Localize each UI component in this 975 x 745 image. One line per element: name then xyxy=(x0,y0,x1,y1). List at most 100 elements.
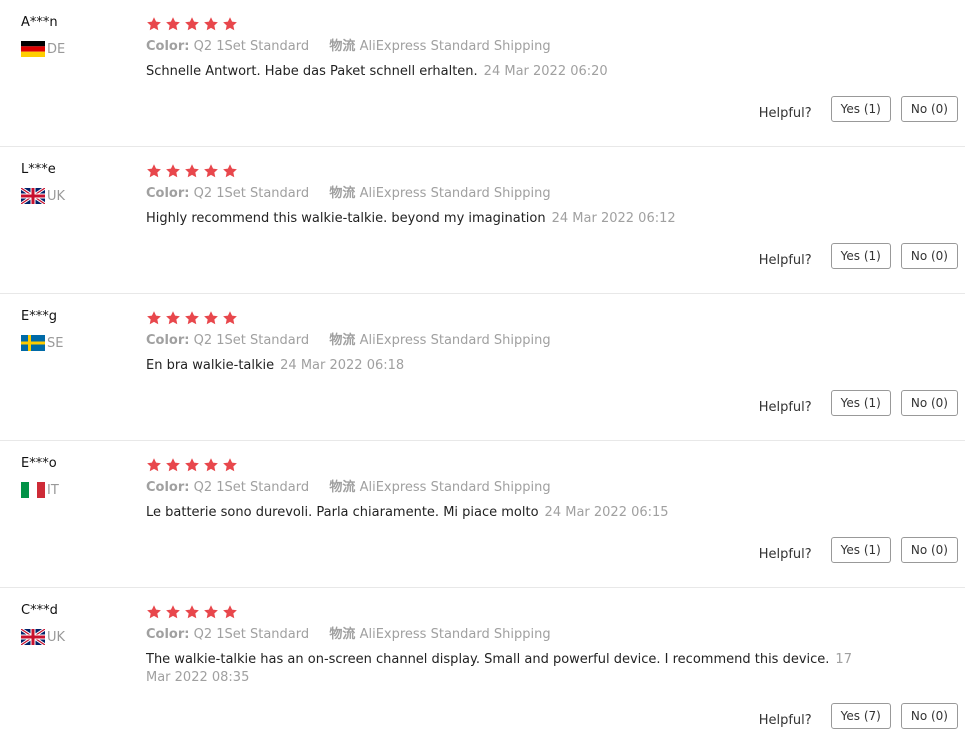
shipping-label: 物流 xyxy=(329,627,356,642)
helpful-section: Helpful? Yes (7) No (0) xyxy=(759,703,958,729)
star-icon xyxy=(147,311,161,325)
helpful-label: Helpful? xyxy=(758,399,812,415)
color-value: Q2 1Set Standard xyxy=(193,480,310,495)
star-icon xyxy=(147,164,161,178)
color-label: Color: xyxy=(146,627,190,642)
star-icon xyxy=(223,311,237,325)
star-icon xyxy=(223,458,237,472)
helpful-section: Helpful? Yes (1) No (0) xyxy=(759,243,958,269)
color-label: Color: xyxy=(146,333,190,348)
review-content: Color: Q2 1Set Standard 物流 AliExpress St… xyxy=(146,14,866,81)
helpful-label: Helpful? xyxy=(758,712,812,728)
country-code: DE xyxy=(47,41,66,57)
star-icon xyxy=(185,17,199,31)
star-icon xyxy=(185,164,199,178)
color-value: Q2 1Set Standard xyxy=(193,333,310,348)
shipping-label: 物流 xyxy=(329,186,356,201)
color-label: Color: xyxy=(146,186,190,201)
review-content: Color: Q2 1Set Standard 物流 AliExpress St… xyxy=(146,161,866,228)
buyer-name: C***d xyxy=(21,603,58,618)
review-item: E***g SE Color: Q2 1Set Standard 物流 AliE… xyxy=(0,302,965,441)
country-code: UK xyxy=(47,629,66,645)
helpful-no-button[interactable]: No (0) xyxy=(900,243,958,269)
review-text: Highly recommend this walkie-talkie. bey… xyxy=(146,210,866,228)
buyer-country: UK xyxy=(21,628,131,646)
star-icon xyxy=(204,311,218,325)
buyer-info: A***n DE xyxy=(21,14,131,58)
star-icon xyxy=(166,458,180,472)
shipping-label: 物流 xyxy=(329,333,356,348)
helpful-yes-button[interactable]: Yes (1) xyxy=(830,243,891,269)
buyer-country: DE xyxy=(21,40,131,58)
buyer-info: E***o IT xyxy=(21,455,131,499)
helpful-no-button[interactable]: No (0) xyxy=(900,390,958,416)
review-item: A***n DE Color: Q2 1Set Standard 物流 AliE… xyxy=(0,8,965,147)
helpful-no-button[interactable]: No (0) xyxy=(900,537,958,563)
review-item: C***d UK Color: Q2 1Set Standard 物流 AliE xyxy=(0,596,965,745)
country-code: IT xyxy=(47,482,59,498)
review-meta: Color: Q2 1Set Standard 物流 AliExpress St… xyxy=(146,185,866,203)
star-icon xyxy=(185,458,199,472)
buyer-name: A***n xyxy=(21,15,58,30)
review-content: Color: Q2 1Set Standard 物流 AliExpress St… xyxy=(146,455,866,522)
color-value: Q2 1Set Standard xyxy=(193,186,310,201)
review-item: L***e UK Color: Q2 1Set Standard 物流 AliE xyxy=(0,155,965,294)
shipping-value: AliExpress Standard Shipping xyxy=(359,186,551,201)
star-icon xyxy=(185,605,199,619)
germany-flag-icon xyxy=(21,41,45,57)
review-content: Color: Q2 1Set Standard 物流 AliExpress St… xyxy=(146,308,866,375)
star-icon xyxy=(147,17,161,31)
review-body: The walkie-talkie has an on-screen chann… xyxy=(146,652,830,667)
helpful-no-button[interactable]: No (0) xyxy=(900,703,958,729)
shipping-value: AliExpress Standard Shipping xyxy=(359,333,551,348)
helpful-label: Helpful? xyxy=(758,252,812,268)
color-label: Color: xyxy=(146,39,190,54)
star-icon xyxy=(166,605,180,619)
helpful-section: Helpful? Yes (1) No (0) xyxy=(759,96,958,122)
review-body: En bra walkie-talkie xyxy=(146,358,275,373)
shipping-value: AliExpress Standard Shipping xyxy=(359,39,551,54)
buyer-name: L***e xyxy=(21,162,56,177)
review-list: A***n DE Color: Q2 1Set Standard 物流 AliE… xyxy=(0,0,975,745)
buyer-name: E***o xyxy=(21,456,57,471)
helpful-yes-button[interactable]: Yes (1) xyxy=(830,390,891,416)
shipping-value: AliExpress Standard Shipping xyxy=(359,627,551,642)
helpful-yes-button[interactable]: Yes (1) xyxy=(830,96,891,122)
italy-flag-icon xyxy=(21,482,45,498)
star-rating xyxy=(146,161,866,181)
helpful-yes-button[interactable]: Yes (1) xyxy=(830,537,891,563)
star-icon xyxy=(204,605,218,619)
star-rating xyxy=(146,308,866,328)
buyer-info: L***e UK xyxy=(21,161,131,205)
review-body: Schnelle Antwort. Habe das Paket schnell… xyxy=(146,64,478,79)
star-rating xyxy=(146,602,866,622)
review-item: E***o IT Color: Q2 1Set Standard 物流 AliE… xyxy=(0,449,965,588)
buyer-country: IT xyxy=(21,481,131,499)
helpful-label: Helpful? xyxy=(758,105,812,121)
review-body: Le batterie sono durevoli. Parla chiaram… xyxy=(146,505,539,520)
star-rating xyxy=(146,14,866,34)
shipping-label: 物流 xyxy=(329,39,356,54)
review-meta: Color: Q2 1Set Standard 物流 AliExpress St… xyxy=(146,38,866,56)
star-icon xyxy=(223,605,237,619)
star-icon xyxy=(166,164,180,178)
review-time: 24 Mar 2022 06:12 xyxy=(551,211,676,226)
review-text: The walkie-talkie has an on-screen chann… xyxy=(146,651,866,687)
buyer-country: SE xyxy=(21,334,131,352)
star-icon xyxy=(185,311,199,325)
shipping-label: 物流 xyxy=(329,480,356,495)
helpful-section: Helpful? Yes (1) No (0) xyxy=(759,390,958,416)
color-value: Q2 1Set Standard xyxy=(193,39,310,54)
star-icon xyxy=(204,458,218,472)
review-body: Highly recommend this walkie-talkie. bey… xyxy=(146,211,546,226)
review-text: Schnelle Antwort. Habe das Paket schnell… xyxy=(146,63,866,81)
helpful-section: Helpful? Yes (1) No (0) xyxy=(759,537,958,563)
review-time: 24 Mar 2022 06:20 xyxy=(483,64,608,79)
sweden-flag-icon xyxy=(21,335,45,351)
helpful-no-button[interactable]: No (0) xyxy=(900,96,958,122)
country-code: SE xyxy=(47,335,64,351)
helpful-yes-button[interactable]: Yes (7) xyxy=(830,703,891,729)
review-content: Color: Q2 1Set Standard 物流 AliExpress St… xyxy=(146,602,866,687)
star-icon xyxy=(166,17,180,31)
review-meta: Color: Q2 1Set Standard 物流 AliExpress St… xyxy=(146,332,866,350)
